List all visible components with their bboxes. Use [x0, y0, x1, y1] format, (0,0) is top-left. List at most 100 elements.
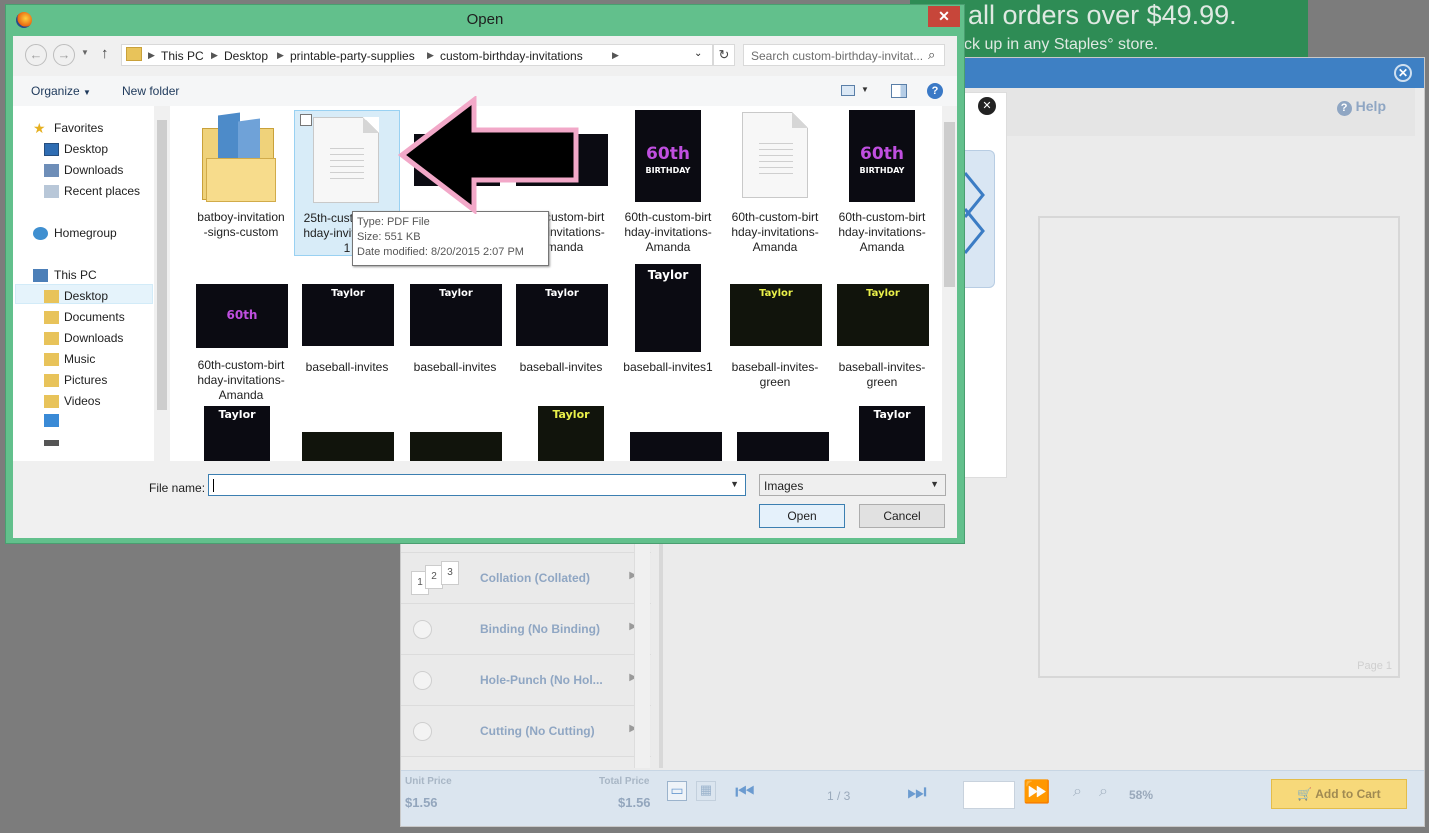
organize-button[interactable]: Organize ▼ — [31, 84, 91, 98]
last-page-icon[interactable]: ⏭ — [907, 779, 927, 805]
file-item[interactable]: batboy-invitation -signs-custom — [188, 106, 294, 266]
zoom-in-icon[interactable]: ⌕ — [1073, 783, 1082, 801]
add-to-cart-button[interactable]: 🛒 Add to Cart — [1271, 779, 1407, 809]
editor-close-icon[interactable]: ✕ — [1394, 64, 1412, 82]
file-item[interactable]: Taylor baseball-invites-green — [829, 256, 935, 406]
search-input[interactable]: Search custom-birthday-invitat... — [743, 44, 945, 66]
file-name: 60th-custom-birt hday-invitations- Amanda — [731, 210, 819, 254]
invitation-thumbnail[interactable]: Taylor — [538, 406, 604, 461]
address-dropdown-icon[interactable]: ⌄ — [694, 48, 702, 59]
help-link[interactable]: ? Help — [1336, 98, 1386, 116]
chevron-down-icon[interactable]: ▼ — [861, 85, 869, 94]
nav-favorites[interactable]: Favorites — [54, 121, 103, 135]
drive-icon[interactable] — [44, 440, 59, 446]
recent-locations-icon[interactable]: ▼ — [81, 48, 89, 57]
up-arrow-icon[interactable]: ↑ — [101, 45, 109, 62]
option-radio[interactable] — [413, 722, 432, 741]
file-item[interactable]: 60th BIRTHDAY 60th-custom-birt hday-invit… — [829, 106, 935, 266]
option-radio[interactable] — [413, 620, 432, 639]
folder-icon — [44, 311, 59, 324]
file-name: 60th-custom-birt hday-invitations- Amanda — [197, 358, 285, 402]
print-options: 1 2 3 Collation (Collated) ▶ Binding (No… — [401, 522, 651, 757]
view-options-icon[interactable] — [841, 85, 855, 96]
nav-scroll-thumb[interactable] — [157, 120, 167, 410]
refresh-icon[interactable]: ↻ — [713, 44, 735, 66]
chevron-down-icon: ▼ — [83, 88, 91, 97]
nav-pc-documents[interactable]: Documents — [64, 310, 125, 324]
breadcrumb-separator-icon: ▶ — [277, 50, 284, 60]
file-item[interactable]: 60th-custom-birt hday-invitations- Amanda — [722, 106, 828, 266]
invitation-thumbnail[interactable] — [630, 432, 722, 461]
promo-text: all orders over $49.99. — [968, 0, 1237, 30]
nav-fav-recent[interactable]: Recent places — [64, 184, 140, 198]
file-scroll-thumb[interactable] — [944, 122, 955, 287]
folder-icon — [44, 353, 59, 366]
file-name-input[interactable]: ▼ — [208, 474, 746, 496]
nav-pc-desktop[interactable]: Desktop — [64, 289, 108, 303]
item-checkbox[interactable] — [300, 114, 312, 126]
chevron-down-icon[interactable]: ▼ — [730, 479, 739, 489]
invitation-thumbnail[interactable]: Taylor — [204, 406, 270, 461]
file-name: 60th-custom-birt hday-invitations- Amanda — [624, 210, 712, 254]
file-item[interactable]: 60th BIRTHDAY 60th-custom-birt hday-invit… — [615, 106, 721, 266]
option-collation[interactable]: 1 2 3 Collation (Collated) ▶ — [401, 553, 651, 604]
invitation-thumbnail: Taylor — [516, 284, 608, 346]
breadcrumb-separator-icon: ▶ — [612, 50, 619, 60]
page-number-input[interactable] — [963, 781, 1015, 809]
file-item[interactable]: Taylor baseball-invites1 — [615, 256, 721, 406]
page-indicator: 1 / 3 — [827, 789, 851, 803]
nav-pc-downloads[interactable]: Downloads — [64, 331, 123, 345]
option-label: Binding (No Binding) — [480, 622, 600, 636]
single-page-view-icon[interactable]: ▭ — [667, 781, 687, 801]
cart-icon: 🛒 — [1297, 787, 1316, 801]
file-item[interactable]: Taylor baseball-invites-green — [722, 256, 828, 406]
windows-drive-icon[interactable] — [44, 414, 59, 427]
option-binding[interactable]: Binding (No Binding) ▶ — [401, 604, 651, 655]
open-button[interactable]: Open — [759, 504, 845, 528]
invitation-thumbnail[interactable] — [410, 432, 502, 461]
file-item[interactable]: Taylor baseball-invites — [508, 256, 614, 406]
promo-subtext: ck up in any Staples° store. — [964, 36, 1159, 53]
back-arrow-icon[interactable]: ← — [25, 44, 47, 66]
nav-pc-videos[interactable]: Videos — [64, 394, 100, 408]
new-folder-button[interactable]: New folder — [122, 84, 179, 98]
inner-close-icon[interactable]: ✕ — [978, 97, 996, 115]
nav-pc-music[interactable]: Music — [64, 352, 95, 366]
file-name: baseball-invites — [413, 360, 497, 374]
nav-fav-desktop[interactable]: Desktop — [64, 142, 108, 156]
forward-arrow-icon[interactable]: → — [53, 44, 75, 66]
options-scrollbar[interactable] — [634, 528, 650, 768]
nav-scrollbar[interactable] — [154, 106, 170, 461]
file-scrollbar[interactable] — [942, 106, 957, 461]
breadcrumb-current[interactable]: custom-birthday-invitations — [440, 49, 583, 63]
chevron-right-icon — [963, 172, 985, 254]
address-bar[interactable]: ▶ This PC ▶ Desktop ▶ printable-party-su… — [121, 44, 713, 66]
preview-pane-icon[interactable] — [891, 84, 907, 98]
file-type-select[interactable]: Images ▼ — [759, 474, 946, 496]
option-hole-punch[interactable]: Hole-Punch (No Hol... ▶ — [401, 655, 651, 706]
breadcrumb-this-pc[interactable]: This PC — [161, 49, 204, 63]
nav-this-pc[interactable]: This PC — [54, 268, 97, 282]
grid-view-icon[interactable]: ▦ — [696, 781, 716, 801]
help-icon[interactable]: ? — [927, 83, 943, 99]
breadcrumb-printable[interactable]: printable-party-supplies — [290, 49, 415, 63]
fast-forward-icon[interactable]: ⏩ — [1023, 779, 1050, 805]
invitation-thumbnail[interactable] — [737, 432, 829, 461]
total-price-label: Total Price — [599, 776, 650, 787]
option-label: Cutting (No Cutting) — [480, 724, 595, 738]
dialog-close-button[interactable]: ✕ — [928, 6, 960, 27]
invitation-thumbnail[interactable]: Taylor — [859, 406, 925, 461]
file-item[interactable]: Taylor baseball-invites — [294, 256, 400, 406]
nav-fav-downloads[interactable]: Downloads — [64, 163, 123, 177]
breadcrumb-desktop[interactable]: Desktop — [224, 49, 268, 63]
zoom-out-icon[interactable]: ⌕ — [1099, 783, 1108, 801]
cancel-button[interactable]: Cancel — [859, 504, 945, 528]
nav-pc-pictures[interactable]: Pictures — [64, 373, 107, 387]
nav-homegroup[interactable]: Homegroup — [54, 226, 117, 240]
option-radio[interactable] — [413, 671, 432, 690]
first-page-icon[interactable]: ⏮ — [735, 779, 755, 805]
invitation-thumbnail[interactable] — [302, 432, 394, 461]
file-item[interactable]: 60th 60th-custom-birt hday-invitations- Am… — [188, 256, 294, 406]
file-item[interactable]: Taylor baseball-invites — [402, 256, 508, 406]
option-cutting[interactable]: Cutting (No Cutting) ▶ — [401, 706, 651, 757]
